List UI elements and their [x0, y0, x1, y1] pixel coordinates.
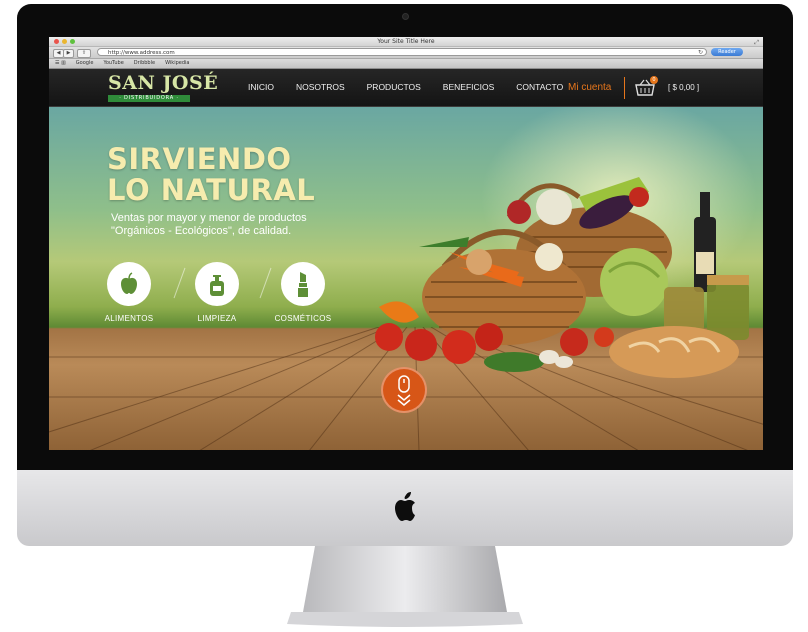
apple-logo-icon: [395, 492, 415, 521]
cart-count-badge: 0: [650, 76, 658, 84]
category-label: ALIMENTOS: [104, 314, 154, 323]
account-link[interactable]: Mi cuenta: [568, 69, 611, 106]
hero-banner: SIRVIENDO LO NATURAL Ventas por mayor y …: [49, 107, 763, 450]
forward-button[interactable]: ▶: [63, 49, 74, 58]
hero-title: SIRVIENDO LO NATURAL: [107, 144, 315, 206]
site-navbar: SAN JOSÉ · DISTRIBUIDORA · INICIO NOSOTR…: [49, 69, 763, 107]
camera-icon: [403, 14, 408, 19]
nav-beneficios[interactable]: BENEFICIOS: [432, 69, 505, 106]
address-text: http://www.address.com: [108, 50, 175, 56]
category-icon-circle: [195, 262, 239, 306]
category-icon-circle: [107, 262, 151, 306]
category-limpieza[interactable]: LIMPIEZA: [187, 262, 247, 323]
browser-window: Your Site Title Here ⤢ ◀ ▶ ⇪ http://www.…: [49, 37, 763, 450]
bookmarks-bar: ☰ ▥ Google YouTube Dribbble Wikipedia: [49, 59, 763, 69]
nav-divider: [624, 77, 625, 99]
reload-icon[interactable]: ↻: [698, 49, 703, 57]
lipstick-icon: [298, 272, 308, 297]
category-separator: [173, 267, 186, 299]
imac-stand: [287, 546, 523, 627]
category-label: LIMPIEZA: [197, 314, 237, 323]
category-cosmeticos[interactable]: COSMÉTICOS: [273, 262, 333, 323]
cart-total[interactable]: [ $ 0,00 ]: [668, 69, 699, 106]
main-menu: INICIO NOSOTROS PRODUCTOS BENEFICIOS CON…: [237, 69, 574, 106]
bookmark-google[interactable]: Google: [76, 59, 94, 68]
hero-title-line1: SIRVIENDO: [107, 142, 292, 176]
category-separator: [259, 267, 272, 299]
address-bar[interactable]: http://www.address.com ↻: [97, 48, 707, 56]
bookmark-dribbble[interactable]: Dribbble: [134, 59, 155, 68]
website: SAN JOSÉ · DISTRIBUIDORA · INICIO NOSOTR…: [49, 69, 763, 450]
share-button[interactable]: ⇪: [77, 49, 91, 58]
browser-toolbar: ◀ ▶ ⇪ http://www.address.com ↻ Reader: [49, 47, 763, 59]
category-icon-circle: [281, 262, 325, 306]
category-alimentos[interactable]: ALIMENTOS: [99, 262, 159, 323]
nav-contacto[interactable]: CONTACTO: [505, 69, 574, 106]
browser-titlebar: Your Site Title Here ⤢: [49, 37, 763, 47]
category-label: COSMÉTICOS: [274, 314, 332, 323]
nav-inicio[interactable]: INICIO: [237, 69, 285, 106]
nav-nosotros[interactable]: NOSOTROS: [285, 69, 356, 106]
logo-name[interactable]: SAN JOSÉ: [108, 72, 218, 94]
scroll-down-button[interactable]: [381, 367, 427, 413]
nav-productos[interactable]: PRODUCTOS: [356, 69, 432, 106]
bookmark-wikipedia[interactable]: Wikipedia: [165, 59, 189, 68]
hero-title-line2: LO NATURAL: [107, 173, 316, 207]
reader-button[interactable]: Reader: [711, 48, 743, 56]
imac-chin: [17, 470, 793, 546]
fullscreen-icon[interactable]: ⤢: [754, 39, 759, 47]
vegetable-basket-image: [375, 177, 749, 378]
soap-bottle-icon: [210, 275, 224, 296]
window-title: Your Site Title Here: [377, 38, 435, 45]
logo-tagline: · DISTRIBUIDORA ·: [108, 95, 190, 102]
apple-icon: [121, 272, 137, 294]
mouse-scroll-icon: [397, 375, 411, 406]
bookmark-youtube[interactable]: YouTube: [103, 59, 123, 68]
bookmarks-list-icon[interactable]: ☰ ▥: [55, 59, 66, 68]
